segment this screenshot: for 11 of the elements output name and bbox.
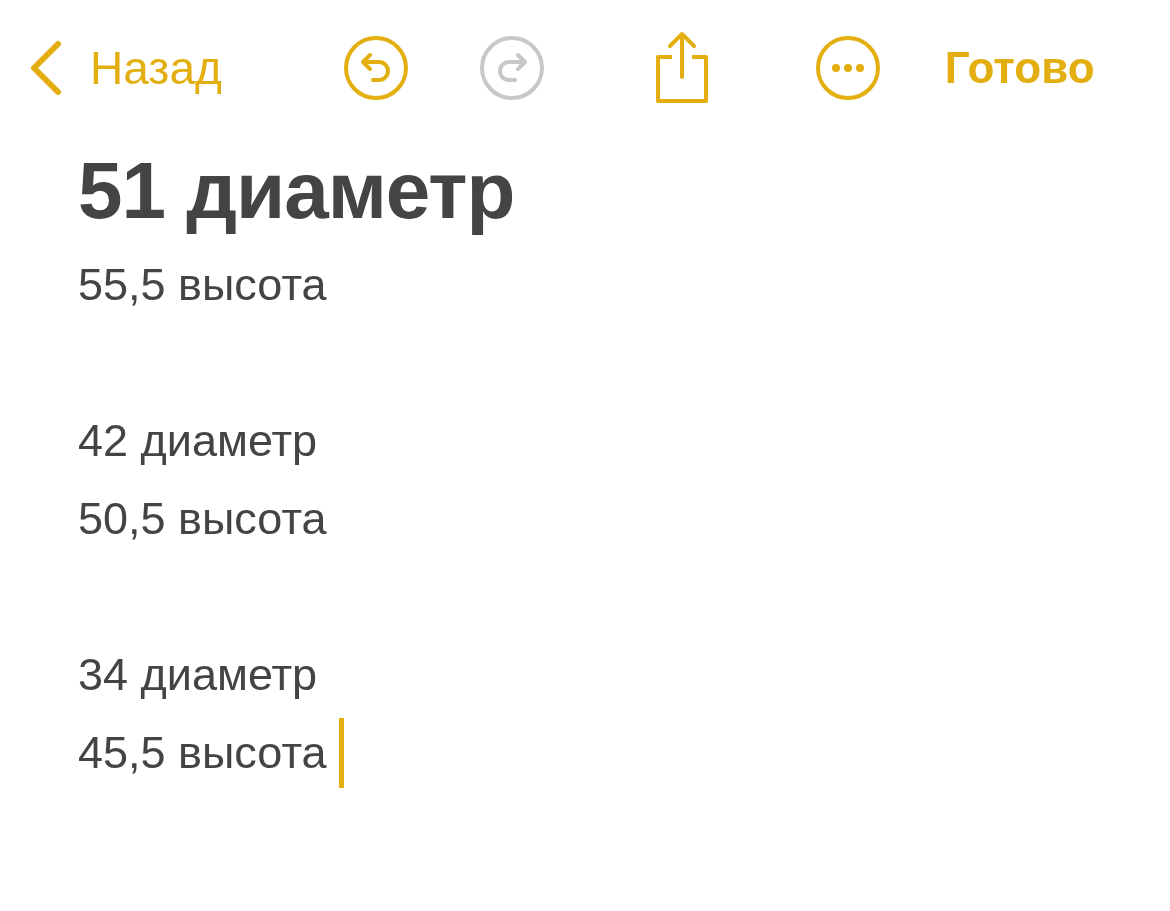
- note-line: 42 диаметр: [78, 414, 318, 468]
- back-button[interactable]: Назад: [28, 40, 222, 96]
- more-icon[interactable]: [814, 35, 881, 101]
- note-title: 51 диаметр: [78, 145, 516, 237]
- note-line: 50,5 высота: [78, 492, 327, 546]
- done-button[interactable]: Готово: [944, 43, 1095, 93]
- note-line: 34 диаметр: [78, 648, 318, 702]
- note-line: 55,5 высота: [78, 258, 327, 312]
- chevron-left-icon: [28, 40, 62, 96]
- undo-icon[interactable]: [342, 35, 409, 101]
- note-line: 45,5 высота: [78, 726, 327, 780]
